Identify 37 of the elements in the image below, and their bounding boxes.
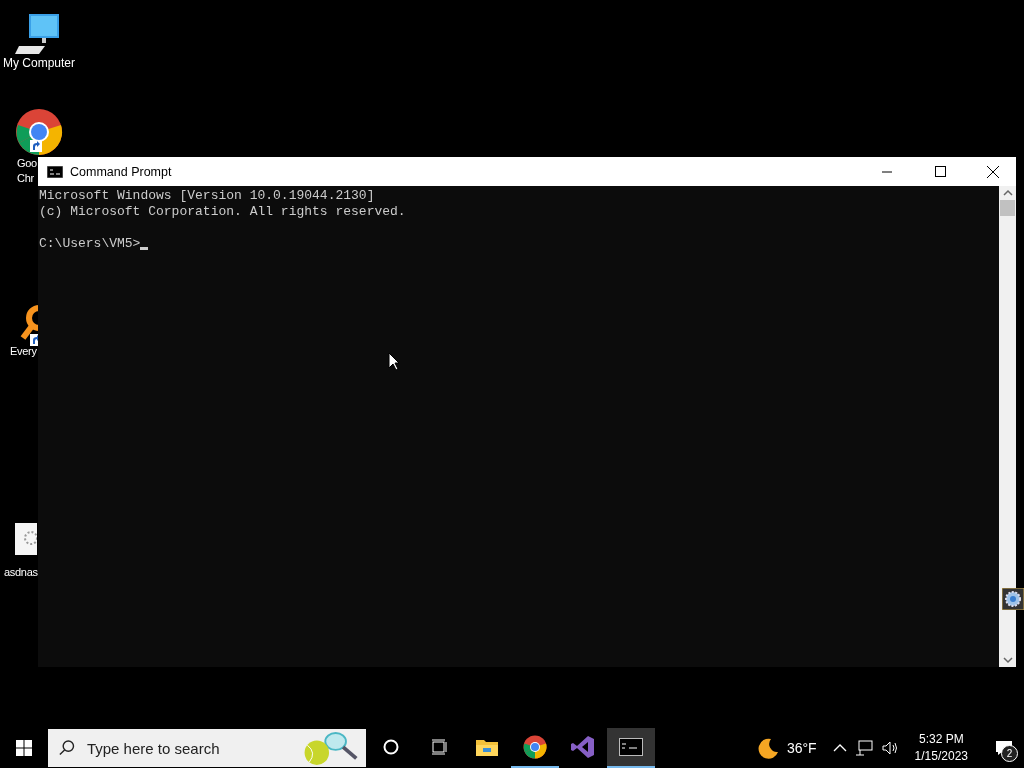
icon-label: asdnas [4, 565, 38, 580]
text-cursor [140, 247, 149, 250]
caret-up-icon[interactable] [832, 743, 847, 753]
moon-icon [756, 737, 779, 759]
search-field[interactable]: Type here to search [48, 729, 366, 767]
command-prompt: C:\Users\VM5> [39, 236, 141, 252]
folder-icon [476, 738, 498, 756]
studio-icon [571, 735, 595, 759]
icon-label: Every [10, 344, 37, 359]
network-icon[interactable] [854, 740, 873, 756]
close-icon [987, 165, 999, 178]
terminal-icon [619, 738, 643, 756]
browser-icon [15, 108, 63, 156]
taskbar-app[interactable] [607, 728, 655, 768]
notifications-button[interactable]: 2 [984, 728, 1024, 768]
mouse-pointer-icon [388, 352, 400, 371]
weather-temperature[interactable]: 36°F [786, 740, 817, 756]
icon-label: Chr [17, 171, 35, 186]
console-line: (c) Microsoft Corporation. All rights reserved. [39, 204, 407, 220]
console-line: Microsoft Windows [Version 10.0.19044.2130] [39, 188, 376, 204]
window-title: Command Prompt [70, 164, 173, 179]
icon-label: My Computer [3, 56, 75, 71]
scroll-thumb[interactable] [1000, 200, 1015, 216]
icon-label: Goo [17, 156, 37, 171]
clock[interactable]: 5:32 PM 1/15/2023 [906, 731, 976, 765]
circle-icon [383, 739, 399, 755]
search-input[interactable]: Type here to search [84, 738, 288, 758]
search-icon [58, 739, 75, 757]
terminal-icon [47, 165, 63, 178]
windows-logo-icon [16, 740, 32, 756]
volume-icon[interactable] [880, 740, 899, 756]
browser-icon [523, 735, 547, 759]
gear-icon[interactable] [1002, 588, 1024, 610]
notification-count: 2 [1001, 745, 1018, 762]
scrollbar[interactable] [999, 186, 1016, 667]
task-view-icon [430, 739, 448, 755]
maximize-icon [934, 166, 946, 177]
